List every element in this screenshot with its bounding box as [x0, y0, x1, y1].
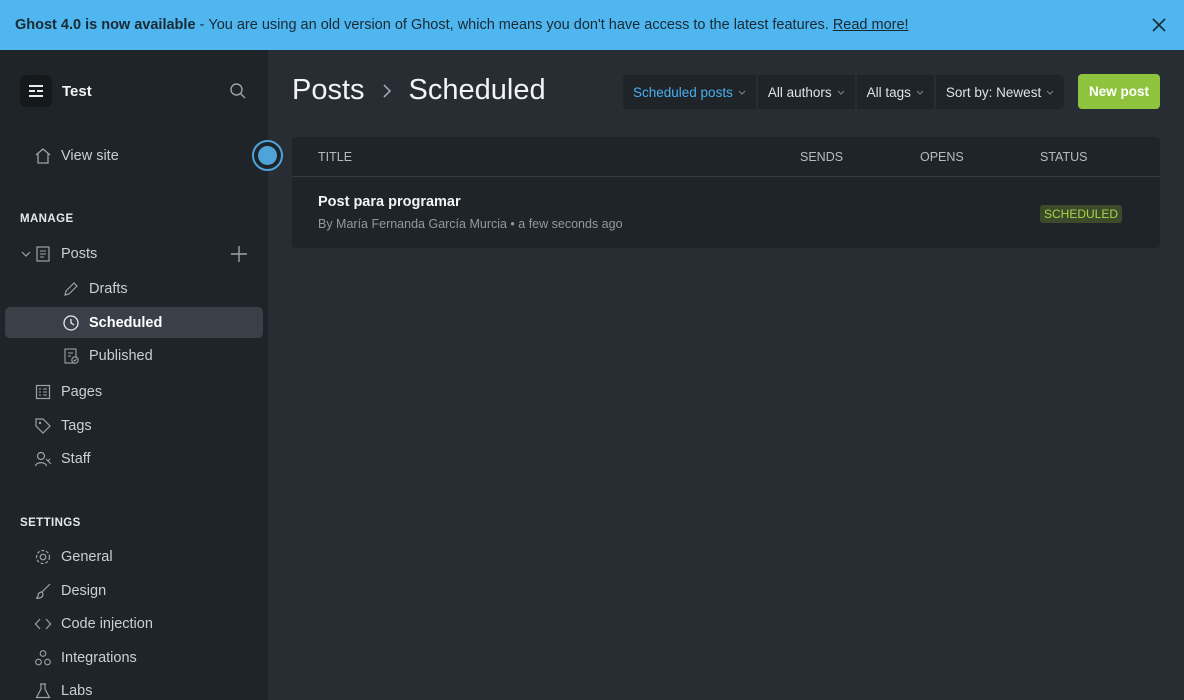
site-brand[interactable]: Test [20, 75, 92, 107]
staff-label: Staff [61, 451, 91, 467]
manage-heading: MANAGE [20, 213, 74, 225]
add-post-icon[interactable] [229, 244, 249, 264]
pages-label: Pages [61, 384, 103, 400]
table-header: TITLE SENDS OPENS STATUS [292, 137, 1160, 177]
view-site-label: View site [61, 148, 119, 164]
search-icon[interactable] [229, 82, 247, 100]
new-post-button[interactable]: New post [1078, 74, 1160, 109]
filter-type-select[interactable]: Scheduled posts [623, 75, 756, 109]
filter-sort-select[interactable]: Sort by: Newest [933, 75, 1064, 109]
breadcrumb: Posts Scheduled [292, 74, 546, 107]
column-title[interactable]: TITLE [318, 150, 352, 164]
banner-headline: Ghost 4.0 is now available [15, 17, 196, 33]
scheduled-label: Scheduled [89, 315, 163, 331]
labs-label: Labs [61, 683, 93, 699]
filter-authors-label: All authors [767, 84, 832, 100]
sidebar-item-pages[interactable]: Pages [34, 383, 102, 401]
home-icon [34, 147, 52, 165]
main-content: Posts Scheduled Scheduled posts All auth… [268, 50, 1184, 700]
column-opens[interactable]: OPENS [920, 150, 964, 164]
sidebar-item-design[interactable]: Design [34, 582, 106, 600]
published-label: Published [89, 348, 153, 364]
chevron-down-icon [837, 90, 844, 95]
sidebar-item-posts[interactable]: Posts [34, 245, 97, 263]
code-icon [34, 615, 52, 633]
sidebar-item-labs[interactable]: Labs [34, 682, 92, 700]
posts-table: TITLE SENDS OPENS STATUS Post para progr… [292, 137, 1160, 248]
tags-label: Tags [61, 418, 92, 434]
clock-icon [62, 314, 80, 332]
column-sends[interactable]: SENDS [800, 150, 843, 164]
breadcrumb-posts[interactable]: Posts [292, 74, 365, 107]
chevron-right-icon [377, 81, 397, 101]
design-label: Design [61, 583, 107, 599]
gear-icon [34, 548, 52, 566]
status-badge: SCHEDULED [1040, 205, 1123, 223]
sidebar-item-tags[interactable]: Tags [34, 417, 92, 435]
column-status[interactable]: STATUS [1040, 150, 1087, 164]
published-icon [62, 347, 80, 365]
site-logo-icon [20, 75, 52, 107]
sidebar-item-scheduled[interactable]: Scheduled [62, 314, 162, 332]
sidebar-item-general[interactable]: General [34, 548, 113, 566]
status-indicator[interactable] [252, 140, 283, 171]
tag-icon [34, 417, 52, 435]
sidebar-item-code-injection[interactable]: Code injection [34, 615, 153, 633]
filter-sort-label: Sort by: Newest [945, 84, 1042, 100]
pencil-icon [62, 280, 80, 298]
banner-separator: - [199, 17, 205, 33]
breadcrumb-scheduled: Scheduled [408, 74, 546, 106]
view-site-link[interactable]: View site [34, 147, 119, 165]
brush-icon [34, 582, 52, 600]
posts-icon [34, 245, 52, 263]
post-title[interactable]: Post para programar [318, 194, 461, 210]
settings-heading: SETTINGS [20, 517, 81, 529]
staff-icon [34, 450, 52, 468]
code-injection-label: Code injection [61, 616, 153, 632]
banner-read-more-link[interactable]: Read more! [833, 17, 909, 33]
chevron-down-icon [916, 90, 924, 95]
drafts-label: Drafts [89, 281, 128, 297]
close-icon[interactable] [1150, 16, 1168, 34]
banner-message: You are using an old version of Ghost, w… [208, 17, 829, 33]
filter-type-label: Scheduled posts [633, 84, 733, 100]
flask-icon [34, 682, 52, 700]
post-meta: By María Fernanda García Murcia • a few … [318, 217, 623, 231]
pages-icon [34, 383, 52, 401]
sidebar-item-staff[interactable]: Staff [34, 450, 91, 468]
sidebar-item-published[interactable]: Published [62, 347, 153, 365]
posts-label: Posts [61, 246, 98, 262]
sidebar-item-drafts[interactable]: Drafts [62, 280, 128, 298]
filter-authors-select[interactable]: All authors [755, 75, 855, 109]
filter-tags-select[interactable]: All tags [854, 75, 934, 109]
chevron-down-icon [738, 90, 746, 95]
chevron-down-icon[interactable] [20, 248, 32, 260]
integrations-label: Integrations [61, 650, 137, 666]
chevron-down-icon [1046, 90, 1054, 95]
site-name: Test [62, 82, 92, 100]
sidebar: Test View site MANAGE Posts Drafts Sched… [0, 50, 283, 700]
upgrade-banner: Ghost 4.0 is now available - You are usi… [0, 0, 1184, 50]
filter-tags-label: All tags [866, 84, 911, 100]
table-row[interactable]: Post para programar By María Fernanda Ga… [292, 178, 1160, 248]
integrations-icon [34, 649, 52, 667]
general-label: General [61, 549, 113, 565]
filter-bar: Scheduled posts All authors All tags Sor… [623, 75, 1065, 109]
sidebar-item-integrations[interactable]: Integrations [34, 649, 137, 667]
